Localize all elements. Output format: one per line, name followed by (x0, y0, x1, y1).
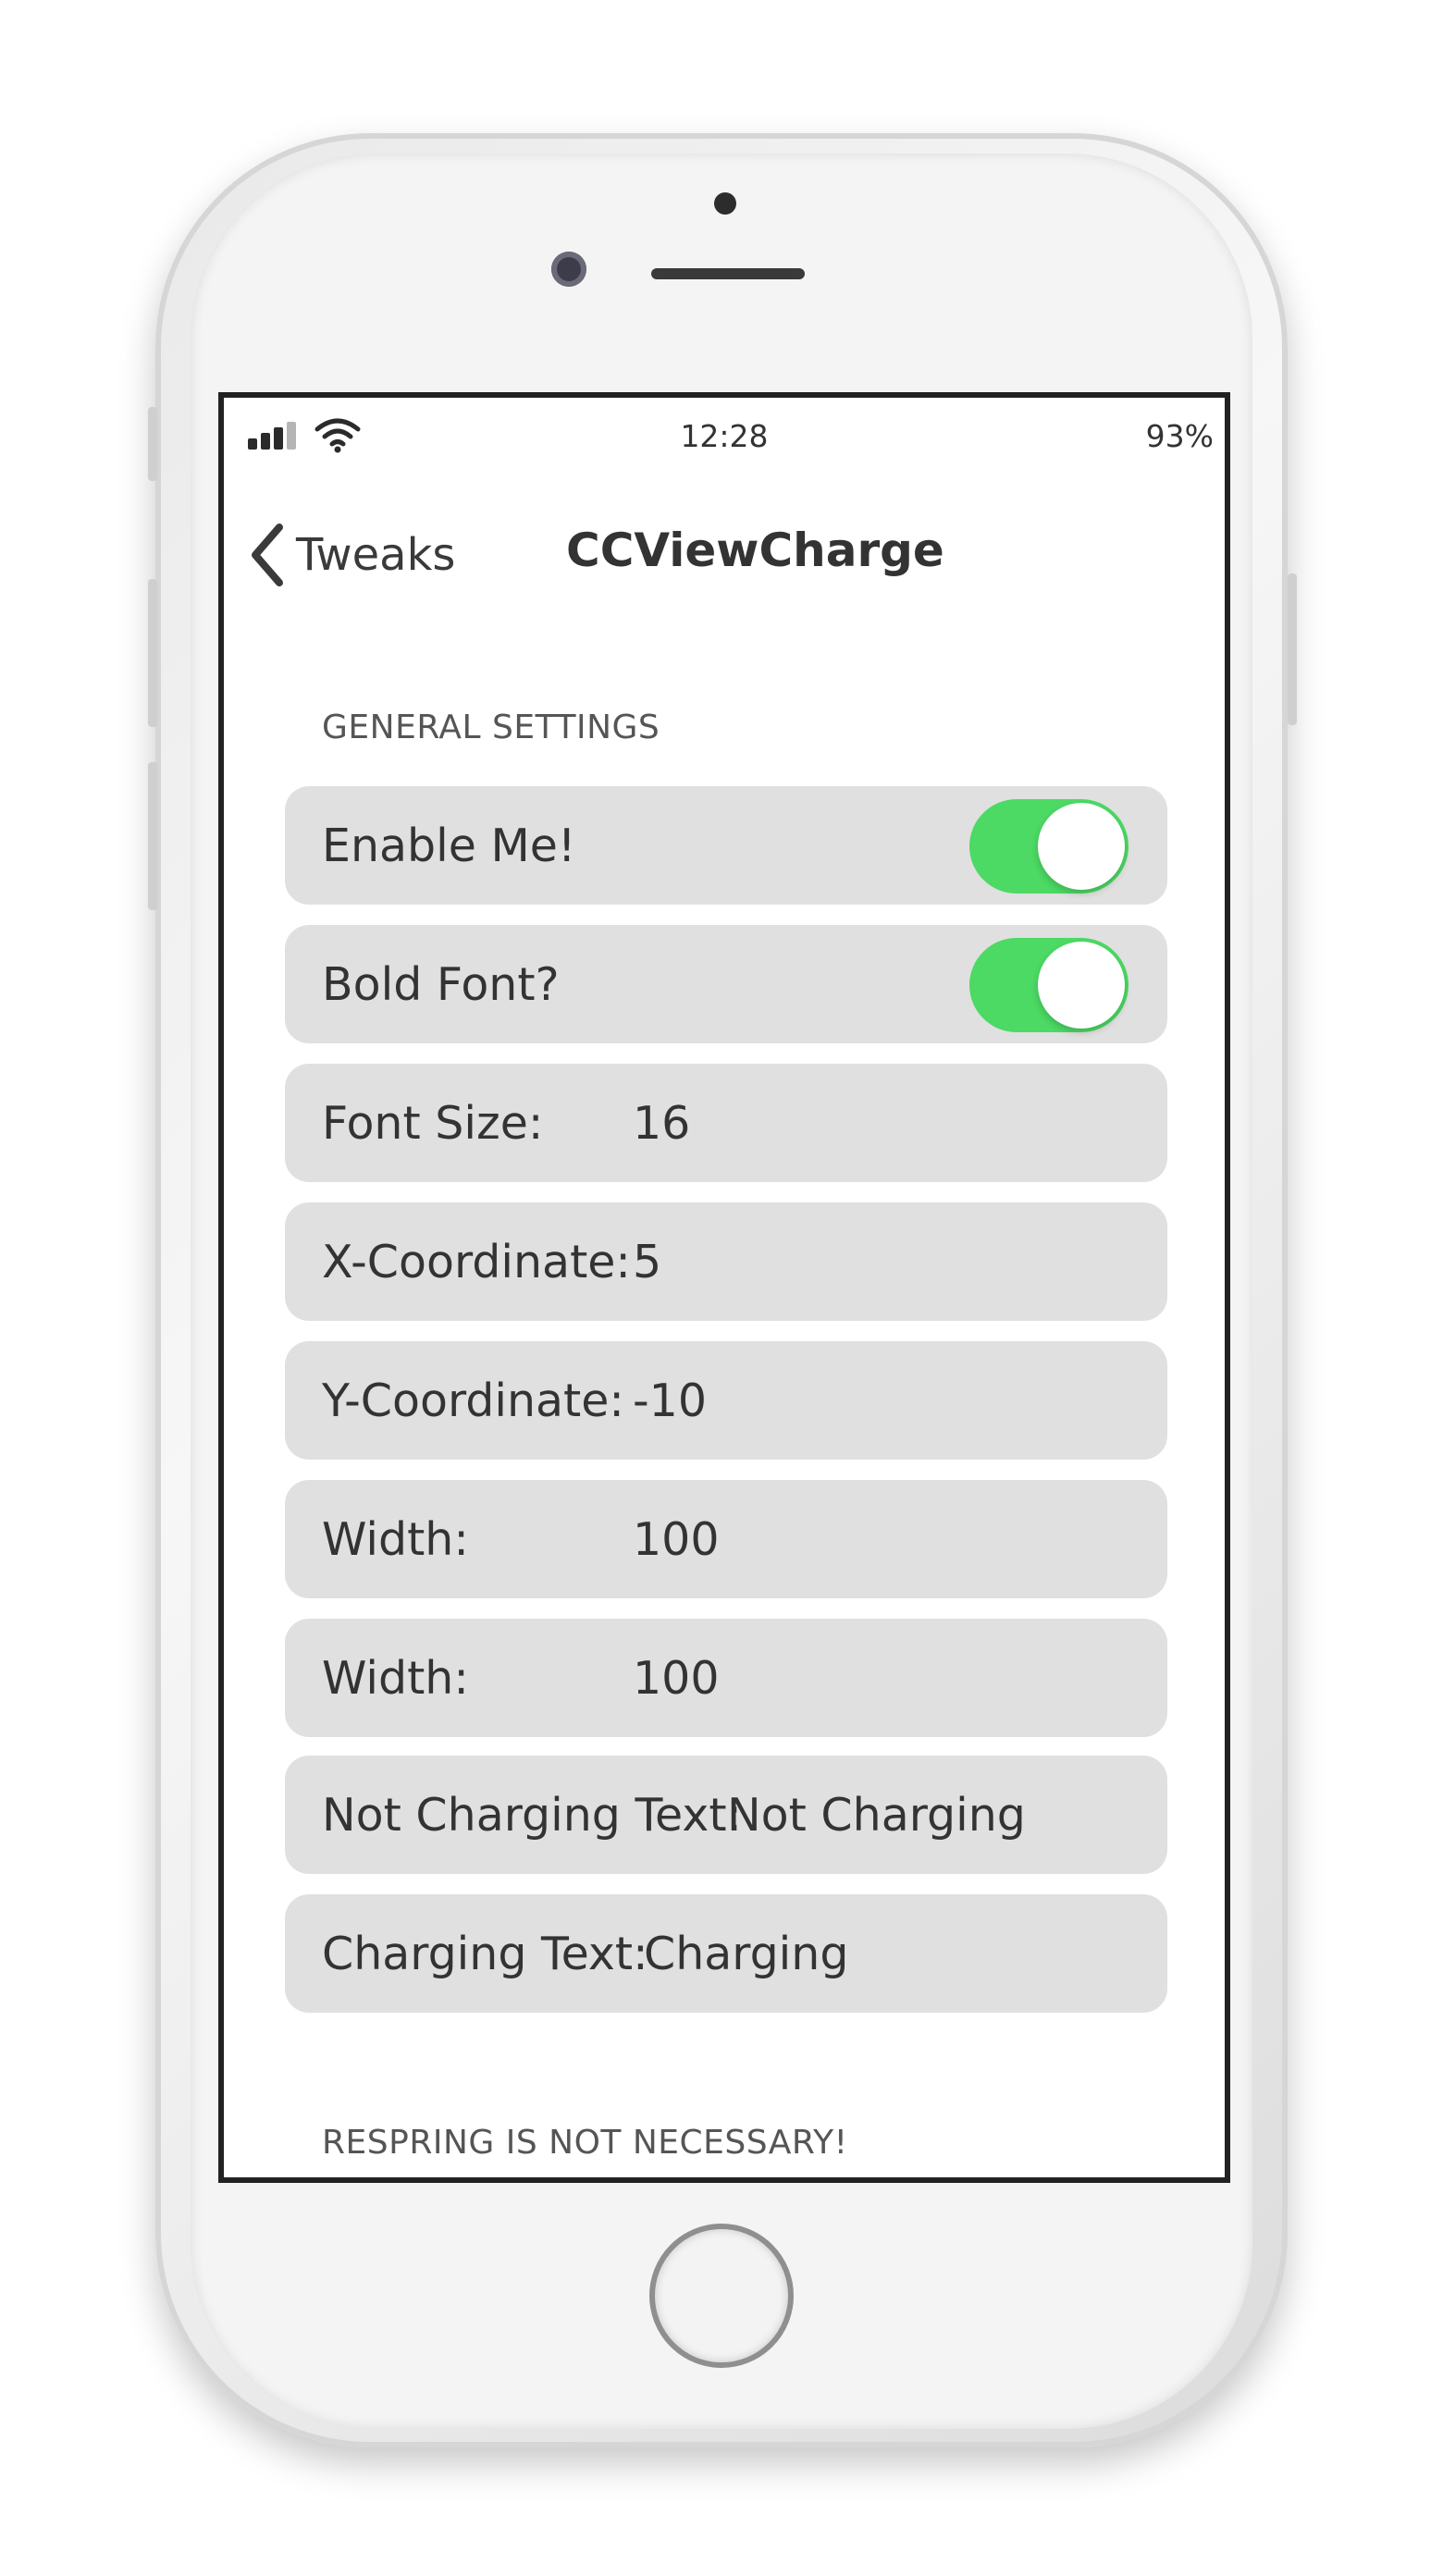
setting-row-not-charging-text[interactable]: Not Charging Text: Not Charging (285, 1756, 1167, 1874)
proximity-sensor (714, 192, 736, 215)
chevron-left-icon (252, 524, 283, 586)
setting-row-font-size[interactable]: Font Size: 16 (285, 1064, 1167, 1182)
setting-label: Y-Coordinate: (322, 1374, 624, 1427)
bold-font-toggle[interactable] (969, 938, 1128, 1032)
charging-text-input[interactable]: Charging (644, 1928, 848, 1980)
screen: 12:28 93% Tweaks CCViewCharge GENERAL SE… (218, 392, 1230, 2183)
toggle-knob (1038, 803, 1125, 890)
toggle-knob (1038, 942, 1125, 1029)
setting-label: Bold Font? (322, 957, 560, 1011)
back-button-label: Tweaks (296, 529, 456, 581)
setting-row-bold-font[interactable]: Bold Font? (285, 925, 1167, 1043)
setting-label: Width: (322, 1651, 469, 1705)
setting-label: Width: (322, 1512, 469, 1566)
setting-row-width-2[interactable]: Width: 100 (285, 1619, 1167, 1737)
setting-label: X-Coordinate: (322, 1235, 631, 1288)
width-input-2[interactable]: 100 (633, 1652, 720, 1705)
volume-up-button (148, 579, 157, 727)
earpiece-speaker (651, 268, 805, 279)
enable-toggle[interactable] (969, 799, 1128, 894)
section-footer-respring: RESPRING IS NOT NECESSARY! (322, 2124, 848, 2162)
stage: 12:28 93% Tweaks CCViewCharge GENERAL SE… (0, 0, 1443, 2576)
front-camera (551, 252, 586, 287)
navigation-bar: Tweaks CCViewCharge (224, 490, 1225, 601)
status-bar: 12:28 93% (224, 398, 1225, 481)
back-button[interactable]: Tweaks (246, 518, 455, 592)
width-input[interactable]: 100 (633, 1513, 720, 1566)
setting-label: Font Size: (322, 1096, 544, 1150)
status-time: 12:28 (680, 418, 769, 454)
x-coordinate-input[interactable]: 5 (633, 1236, 661, 1288)
setting-row-y-coordinate[interactable]: Y-Coordinate: -10 (285, 1341, 1167, 1460)
setting-row-width[interactable]: Width: 100 (285, 1480, 1167, 1598)
battery-percentage: 93% (1145, 418, 1214, 454)
font-size-input[interactable]: 16 (633, 1097, 690, 1150)
home-button[interactable] (649, 2224, 794, 2368)
not-charging-text-input[interactable]: Not Charging (727, 1789, 1026, 1842)
setting-label: Charging Text: (322, 1927, 648, 1980)
mute-switch (148, 407, 157, 481)
setting-row-enable[interactable]: Enable Me! (285, 786, 1167, 905)
setting-row-x-coordinate[interactable]: X-Coordinate: 5 (285, 1202, 1167, 1321)
setting-label: Not Charging Text: (322, 1788, 743, 1842)
section-header-general: GENERAL SETTINGS (322, 709, 660, 746)
setting-label: Enable Me! (322, 819, 576, 872)
setting-row-charging-text[interactable]: Charging Text: Charging (285, 1894, 1167, 2013)
volume-down-button (148, 762, 157, 910)
y-coordinate-input[interactable]: -10 (633, 1374, 707, 1427)
power-button (1288, 573, 1297, 725)
page-title: CCViewCharge (566, 524, 944, 577)
